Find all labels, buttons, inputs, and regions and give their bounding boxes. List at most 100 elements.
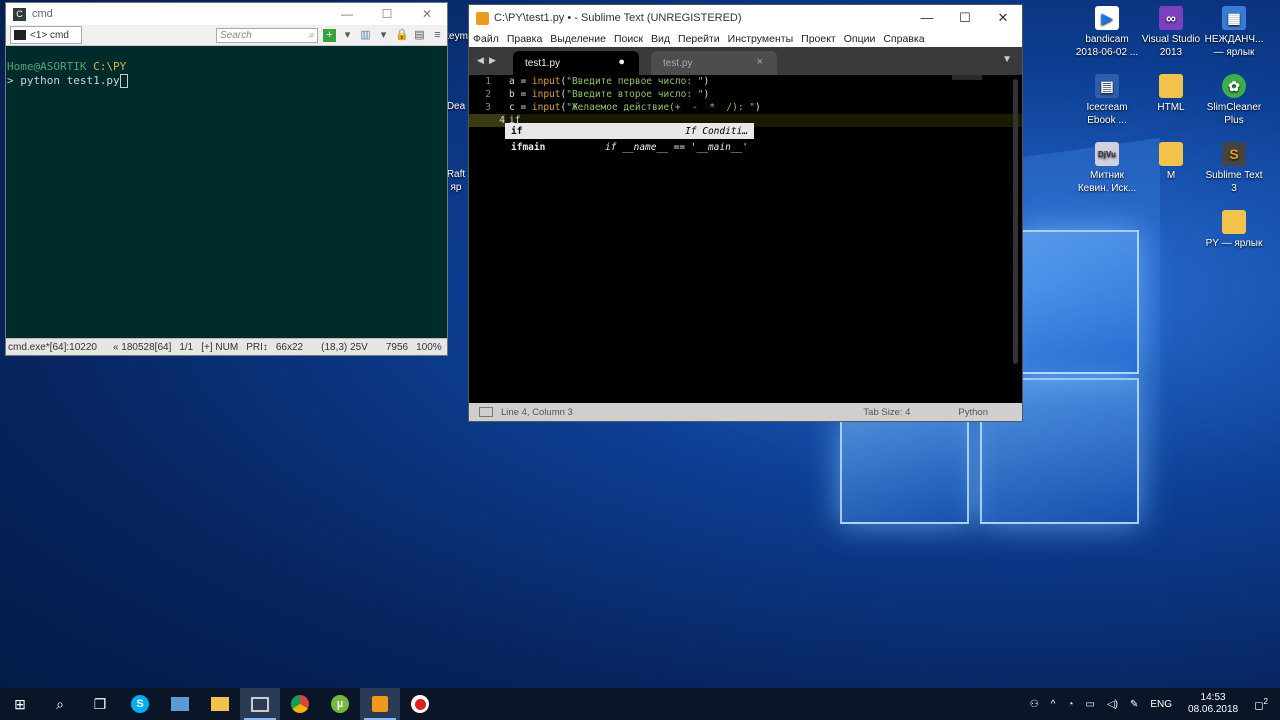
- cmd-toolbar: <1> cmd Search ⌕ + ▾ ▥ ▾ 🔒 ▤ ≡: [6, 25, 447, 46]
- task-view-icon: ❐: [93, 695, 107, 712]
- taskbar-recorder[interactable]: [400, 688, 440, 720]
- menu-selection[interactable]: Выделение: [550, 33, 606, 45]
- search-input[interactable]: Search ⌕: [216, 27, 318, 43]
- autocomplete-popup[interactable]: if If Conditi… ifmain if __name__ == '__…: [505, 123, 754, 155]
- menu-help[interactable]: Справка: [883, 33, 924, 45]
- visual-studio-icon: ∞: [1159, 6, 1183, 30]
- minimize-button[interactable]: —: [908, 10, 946, 26]
- cmd-window[interactable]: C cmd — ☐ ✕ <1> cmd Search ⌕ + ▾ ▥ ▾ 🔒 ▤…: [5, 2, 448, 356]
- desktop-icon-djvu[interactable]: DjVu Митник Кевин. Иск...: [1075, 142, 1139, 195]
- tab-test-py[interactable]: test.py ×: [651, 51, 777, 75]
- code-function: input: [531, 89, 561, 100]
- tab-right-arrow-icon[interactable]: ▶: [489, 55, 496, 66]
- search-button[interactable]: ⌕: [40, 688, 80, 720]
- code-var: a =: [509, 76, 532, 87]
- autocomplete-trigger: ifmain: [511, 141, 546, 153]
- tab-test1-py[interactable]: test1.py ●: [513, 51, 639, 75]
- folder-icon: [1159, 142, 1183, 166]
- menu-edit[interactable]: Правка: [507, 33, 542, 45]
- status-build: « 180528[64]: [112, 341, 172, 353]
- tab-left-arrow-icon[interactable]: ◀: [477, 55, 484, 66]
- desktop-icon-slimcleaner[interactable]: ✿ SlimCleaner Plus: [1202, 74, 1266, 127]
- menu-project[interactable]: Проект: [801, 33, 836, 45]
- taskbar-chrome[interactable]: [280, 688, 320, 720]
- maximize-button[interactable]: ☐: [367, 7, 407, 21]
- sublime-icon: S: [1222, 142, 1246, 166]
- skype-icon: S: [131, 695, 149, 713]
- taskbar-sublime[interactable]: [360, 688, 400, 720]
- menu-file[interactable]: Файл: [473, 33, 499, 45]
- menu-icon[interactable]: ≡: [431, 29, 444, 42]
- cmd-titlebar[interactable]: C cmd — ☐ ✕: [6, 3, 447, 25]
- pen-icon[interactable]: ✎: [1130, 699, 1138, 710]
- taskbar-app[interactable]: [160, 688, 200, 720]
- minimize-button[interactable]: —: [327, 7, 367, 21]
- desktop-icon-shortcut[interactable]: ▦ НЕЖДАНЧ... — ярлык: [1202, 6, 1266, 59]
- folder-icon: [1159, 74, 1183, 98]
- desktop-icon-sublime[interactable]: S Sublime Text 3: [1202, 142, 1266, 195]
- autocomplete-item[interactable]: ifmain if __name__ == '__main__': [505, 139, 754, 155]
- desktop-icon-m-folder[interactable]: M: [1139, 142, 1203, 182]
- sublime-titlebar[interactable]: C:\PY\test1.py • - Sublime Text (UNREGIS…: [469, 5, 1022, 31]
- dropdown-icon[interactable]: ▾: [341, 29, 354, 42]
- layout-icon[interactable]: ▤: [413, 29, 426, 42]
- close-button[interactable]: ✕: [984, 10, 1022, 26]
- desktop-icon-bandicam[interactable]: ▶ bandicam 2018-06-02 ...: [1075, 6, 1139, 59]
- menu-preferences[interactable]: Опции: [844, 33, 876, 45]
- cmd-tab-label: <1> cmd: [30, 29, 69, 41]
- clock[interactable]: 14:53 08.06.2018: [1188, 692, 1238, 716]
- task-view-button[interactable]: ❐: [80, 688, 120, 720]
- terminal-output[interactable]: Home@ASORTIK C:\PY > python test1.py: [6, 46, 447, 323]
- status-process: cmd.exe*[64]:10220: [8, 341, 97, 353]
- volume-icon[interactable]: ◁): [1107, 699, 1118, 710]
- unsaved-dot-icon[interactable]: ●: [618, 56, 625, 68]
- cmd-window-title: cmd: [32, 8, 53, 20]
- vertical-scrollbar[interactable]: [1013, 79, 1018, 364]
- maximize-button[interactable]: ☐: [946, 10, 984, 26]
- desktop-icon-label: M: [1166, 170, 1176, 181]
- menu-goto[interactable]: Перейти: [678, 33, 720, 45]
- tab-dropdown-icon[interactable]: ▼: [1002, 54, 1012, 65]
- panel-toggle-icon[interactable]: [479, 407, 493, 417]
- desktop-icon-label: bandicam 2018-06-02 ...: [1075, 34, 1139, 58]
- start-button[interactable]: ⊞: [0, 688, 40, 720]
- search-placeholder: Search: [220, 29, 252, 41]
- taskbar-utorrent[interactable]: µ: [320, 688, 360, 720]
- status-tab-size[interactable]: Tab Size: 4: [863, 407, 910, 418]
- battery-icon[interactable]: ▭: [1085, 699, 1094, 710]
- desktop-icon-visual-studio[interactable]: ∞ Visual Studio 2013: [1139, 6, 1203, 59]
- code-editor[interactable]: 1 a = input("Введите первое число: ") 2 …: [469, 75, 1022, 401]
- line-number: 2: [485, 89, 491, 100]
- menu-tools[interactable]: Инструменты: [728, 33, 793, 45]
- sublime-window[interactable]: C:\PY\test1.py • - Sublime Text (UNREGIS…: [468, 4, 1023, 422]
- split-icon[interactable]: ▥: [359, 29, 372, 42]
- status-syntax[interactable]: Python: [958, 407, 988, 418]
- close-button[interactable]: ✕: [407, 7, 447, 21]
- autocomplete-item[interactable]: if If Conditi…: [505, 123, 754, 139]
- action-center-icon[interactable]: ▢2: [1254, 697, 1268, 711]
- dropdown-icon[interactable]: ▾: [377, 29, 390, 42]
- chevron-up-icon[interactable]: ^: [1051, 699, 1056, 710]
- code-line: 3 c = input("Желаемое действие(+ - * /):…: [469, 101, 1022, 114]
- close-tab-icon[interactable]: ×: [757, 56, 763, 68]
- window-app-icon: [171, 697, 189, 711]
- lock-icon[interactable]: 🔒: [395, 29, 409, 42]
- language-indicator[interactable]: ENG: [1150, 699, 1172, 710]
- desktop-icon-html-folder[interactable]: HTML: [1139, 74, 1203, 114]
- clock-time: 14:53: [1200, 692, 1226, 703]
- network-icon[interactable]: ◔: [1067, 699, 1073, 710]
- menu-view[interactable]: Вид: [651, 33, 670, 45]
- sublime-app-icon: [476, 11, 489, 25]
- desktop-icon-icecream[interactable]: ▤ Icecream Ebook ...: [1075, 74, 1139, 127]
- desktop-icon-label: Visual Studio 2013: [1141, 34, 1201, 58]
- cmd-console-tab[interactable]: <1> cmd: [10, 26, 82, 44]
- taskbar-skype[interactable]: S: [120, 688, 160, 720]
- taskbar-conemu[interactable]: [240, 688, 280, 720]
- desktop-icon-py-shortcut[interactable]: PY — ярлык: [1202, 210, 1266, 250]
- tab-label: test1.py: [525, 58, 561, 69]
- status-priority: PRI↕: [246, 341, 268, 353]
- menu-find[interactable]: Поиск: [614, 33, 643, 45]
- people-icon[interactable]: ⚇: [1030, 699, 1039, 710]
- taskbar-file-explorer[interactable]: [200, 688, 240, 720]
- new-console-icon[interactable]: +: [323, 28, 336, 42]
